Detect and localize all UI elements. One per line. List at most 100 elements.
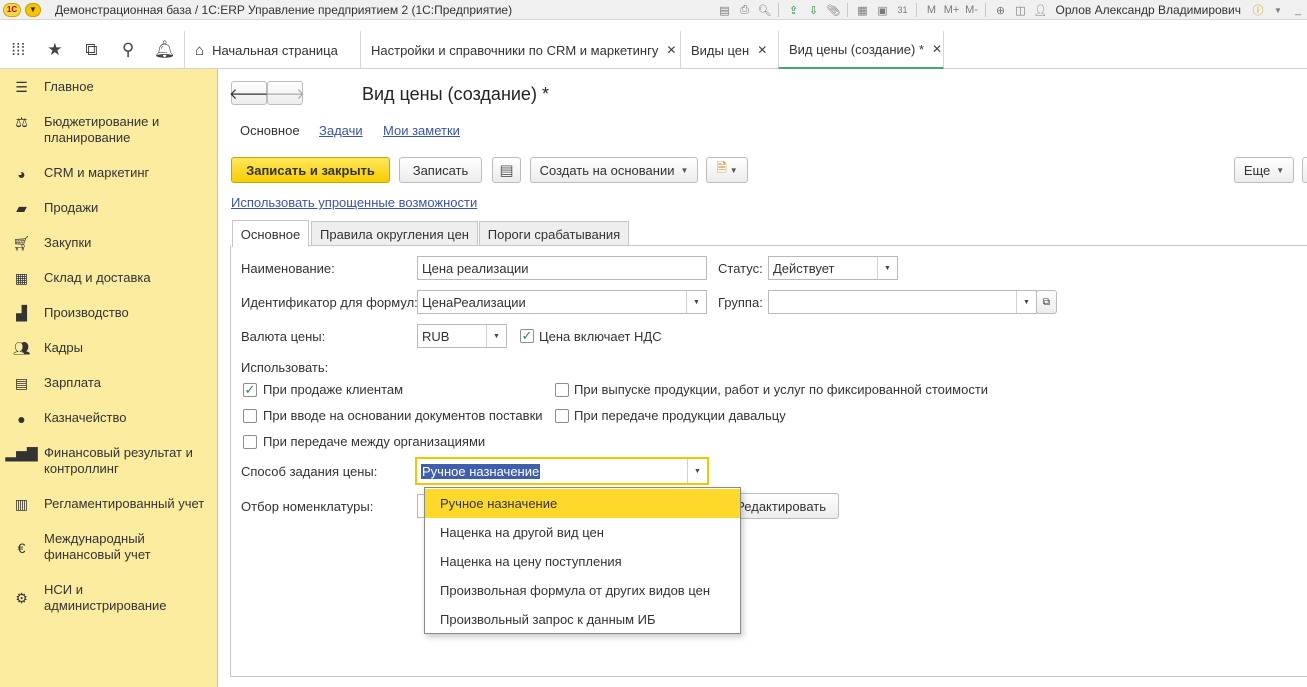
calculator-icon[interactable]: ▣ (873, 2, 891, 18)
save-icon[interactable]: ▤ (715, 2, 733, 18)
history-icon[interactable]: ⧉ (73, 31, 110, 69)
sidebar-item-budgeting[interactable]: ⚖ Бюджетирование и планирование (0, 114, 218, 148)
sidebar-item-label: Международный финансовый учет (44, 531, 151, 562)
open-group-button[interactable]: ⧉ (1036, 290, 1057, 314)
currency-value: RUB (422, 328, 450, 344)
tab-crm-settings[interactable]: Настройки и справочники по CRM и маркети… (360, 31, 680, 69)
calendar-icon[interactable]: 31 (893, 2, 911, 18)
nav-notes-link[interactable]: Мои заметки (383, 123, 460, 138)
page-title: Вид цены (создание) * (362, 84, 549, 104)
save-and-close-button[interactable]: Записать и закрыть (231, 157, 390, 183)
status-select[interactable]: Действует ▼ (768, 256, 898, 280)
name-field[interactable]: Цена реализации (417, 256, 707, 280)
tab-main[interactable]: Основное (232, 220, 309, 247)
sidebar-item-crm[interactable]: ◕ CRM и маркетинг (0, 165, 218, 185)
group-field[interactable]: ▼ (768, 290, 1037, 314)
coin-icon: ● (17, 410, 26, 427)
zoom-icon[interactable]: ⊕ (991, 2, 1009, 18)
info-icon[interactable]: ⓘ (1249, 2, 1267, 18)
sidebar-item-admin[interactable]: ⚙ НСИ и администрирование (0, 582, 218, 616)
currency-select[interactable]: RUB ▼ (417, 324, 507, 348)
memory-minus-button[interactable]: M- (962, 2, 980, 18)
app-logo-icon: 1С (3, 2, 21, 17)
nav-main[interactable]: Основное (240, 123, 300, 138)
checkbox-label: При вводе на основании документов постав… (263, 408, 543, 423)
spreadsheet-icon[interactable]: ▦ (853, 2, 871, 18)
notifications-bell-icon[interactable]: 🔔︎ (146, 31, 183, 69)
tab-home[interactable]: ⌂ Начальная страница (184, 31, 360, 69)
minimize-icon[interactable]: _ (1289, 2, 1307, 18)
help-button[interactable] (1302, 157, 1307, 183)
sidebar-item-treasury[interactable]: ● Казначейство (0, 410, 218, 430)
favorites-star-icon[interactable]: ★ (37, 31, 74, 69)
chevron-down-icon[interactable]: ▼ (1269, 2, 1287, 18)
save-button[interactable]: Записать (399, 157, 482, 183)
sidebar-item-purchases[interactable]: 🛒︎ Закупки (0, 235, 218, 255)
dropdown-option[interactable]: Наценка на другой вид цен (425, 518, 740, 547)
dropdown-option[interactable]: Произвольная формула от других видов цен (425, 576, 740, 605)
dropdown-option[interactable]: Ручное назначение (425, 489, 740, 518)
pie-chart-icon: ◕ (17, 165, 26, 182)
tab-price-type-create[interactable]: Вид цены (создание) * ✕ (778, 31, 944, 69)
vat-checkbox[interactable]: ✓ (520, 329, 534, 343)
chevron-down-icon[interactable]: ▼ (687, 459, 707, 483)
group-label: Группа: (718, 295, 763, 310)
dropdown-option[interactable]: Наценка на цену поступления (425, 547, 740, 576)
search-icon[interactable]: ⚲ (110, 31, 147, 69)
sidebar-item-main[interactable]: ☰ Главное (0, 79, 218, 99)
sale-to-customers-checkbox[interactable]: ✓ (243, 383, 257, 397)
toolbar-divider (985, 3, 987, 17)
print-icon[interactable]: ⎙ (735, 2, 753, 18)
people-icon: 👥︎ (12, 340, 31, 356)
euro-icon: € (17, 539, 26, 556)
report-button[interactable]: ▤ (492, 157, 521, 183)
sidebar-item-sales[interactable]: ▰ Продажи (0, 200, 218, 220)
chevron-down-icon[interactable]: ▼ (1016, 291, 1036, 313)
sidebar-item-regulated-accounting[interactable]: ▥ Регламентированный учет (0, 496, 218, 516)
sidebar-item-hr[interactable]: 👥︎ Кадры (0, 340, 218, 360)
simplified-features-link[interactable]: Использовать упрощенные возможности (231, 195, 477, 210)
create-based-on-button[interactable]: Создать на основании ▼ (530, 157, 698, 183)
current-user[interactable]: Орлов Александр Владимирович (1055, 3, 1241, 17)
close-icon[interactable]: ✕ (666, 43, 676, 57)
formula-id-field[interactable]: ЦенаРеализации ▼ (417, 290, 707, 314)
processor-transfer-checkbox[interactable] (555, 409, 569, 423)
memory-plus-button[interactable]: M+ (942, 2, 960, 18)
checkbox-label: При передаче продукции давальцу (574, 408, 786, 423)
sidebar-item-payroll[interactable]: ▤ Зарплата (0, 375, 218, 395)
price-method-select[interactable]: Ручное назначение ▼ (415, 457, 709, 485)
sidebar-item-label: НСИ и администрирование (44, 582, 167, 613)
nav-tasks-link[interactable]: Задачи (319, 123, 363, 138)
download-icon[interactable]: ⇩ (804, 2, 822, 18)
more-button[interactable]: Еще ▼ (1234, 157, 1294, 183)
main-menu-button[interactable]: ▼ (25, 2, 41, 17)
attach-icon[interactable]: 📎︎ (824, 2, 842, 18)
tab-thresholds[interactable]: Пороги срабатывания (479, 221, 629, 246)
panels-icon[interactable]: ◫ (1011, 2, 1029, 18)
sidebar-item-production[interactable]: ▟ Производство (0, 305, 218, 325)
close-icon[interactable]: ✕ (757, 43, 767, 57)
sidebar-item-international-accounting[interactable]: € Международный финансовый учет (0, 531, 218, 565)
preview-icon[interactable]: 🔍︎ (755, 2, 773, 18)
tab-price-types[interactable]: Виды цен ✕ (680, 31, 778, 69)
attachments-button[interactable]: 🗎 ▼ (706, 157, 748, 183)
back-button[interactable]: 🡐 (229, 81, 269, 105)
edit-filter-button[interactable]: Редактировать (730, 493, 839, 519)
inter-company-checkbox[interactable] (243, 435, 257, 449)
chevron-down-icon[interactable]: ▼ (877, 257, 897, 279)
close-icon[interactable]: ✕ (932, 42, 942, 56)
sidebar-item-label: CRM и маркетинг (44, 165, 150, 180)
upload-icon[interactable]: ⇪ (784, 2, 802, 18)
supply-docs-checkbox[interactable] (243, 409, 257, 423)
tab-rounding-rules[interactable]: Правила округления цен (311, 221, 478, 246)
dropdown-option[interactable]: Произвольный запрос к данным ИБ (425, 605, 740, 634)
sidebar-item-financial-result[interactable]: ▂▅▇ Финансовый результат и контроллинг (0, 445, 218, 479)
fixed-cost-release-checkbox[interactable] (555, 383, 569, 397)
memory-m-button[interactable]: M (922, 2, 940, 18)
sidebar-item-warehouse[interactable]: ▦ Склад и доставка (0, 270, 218, 290)
sections-grid-icon[interactable]: ⁞⁞⁞ (0, 31, 37, 69)
chevron-down-icon[interactable]: ▼ (686, 291, 706, 313)
chevron-down-icon[interactable]: ▼ (486, 325, 506, 347)
forward-button[interactable]: 🡒 (265, 81, 305, 105)
tab-label: Вид цены (создание) * (789, 41, 925, 57)
